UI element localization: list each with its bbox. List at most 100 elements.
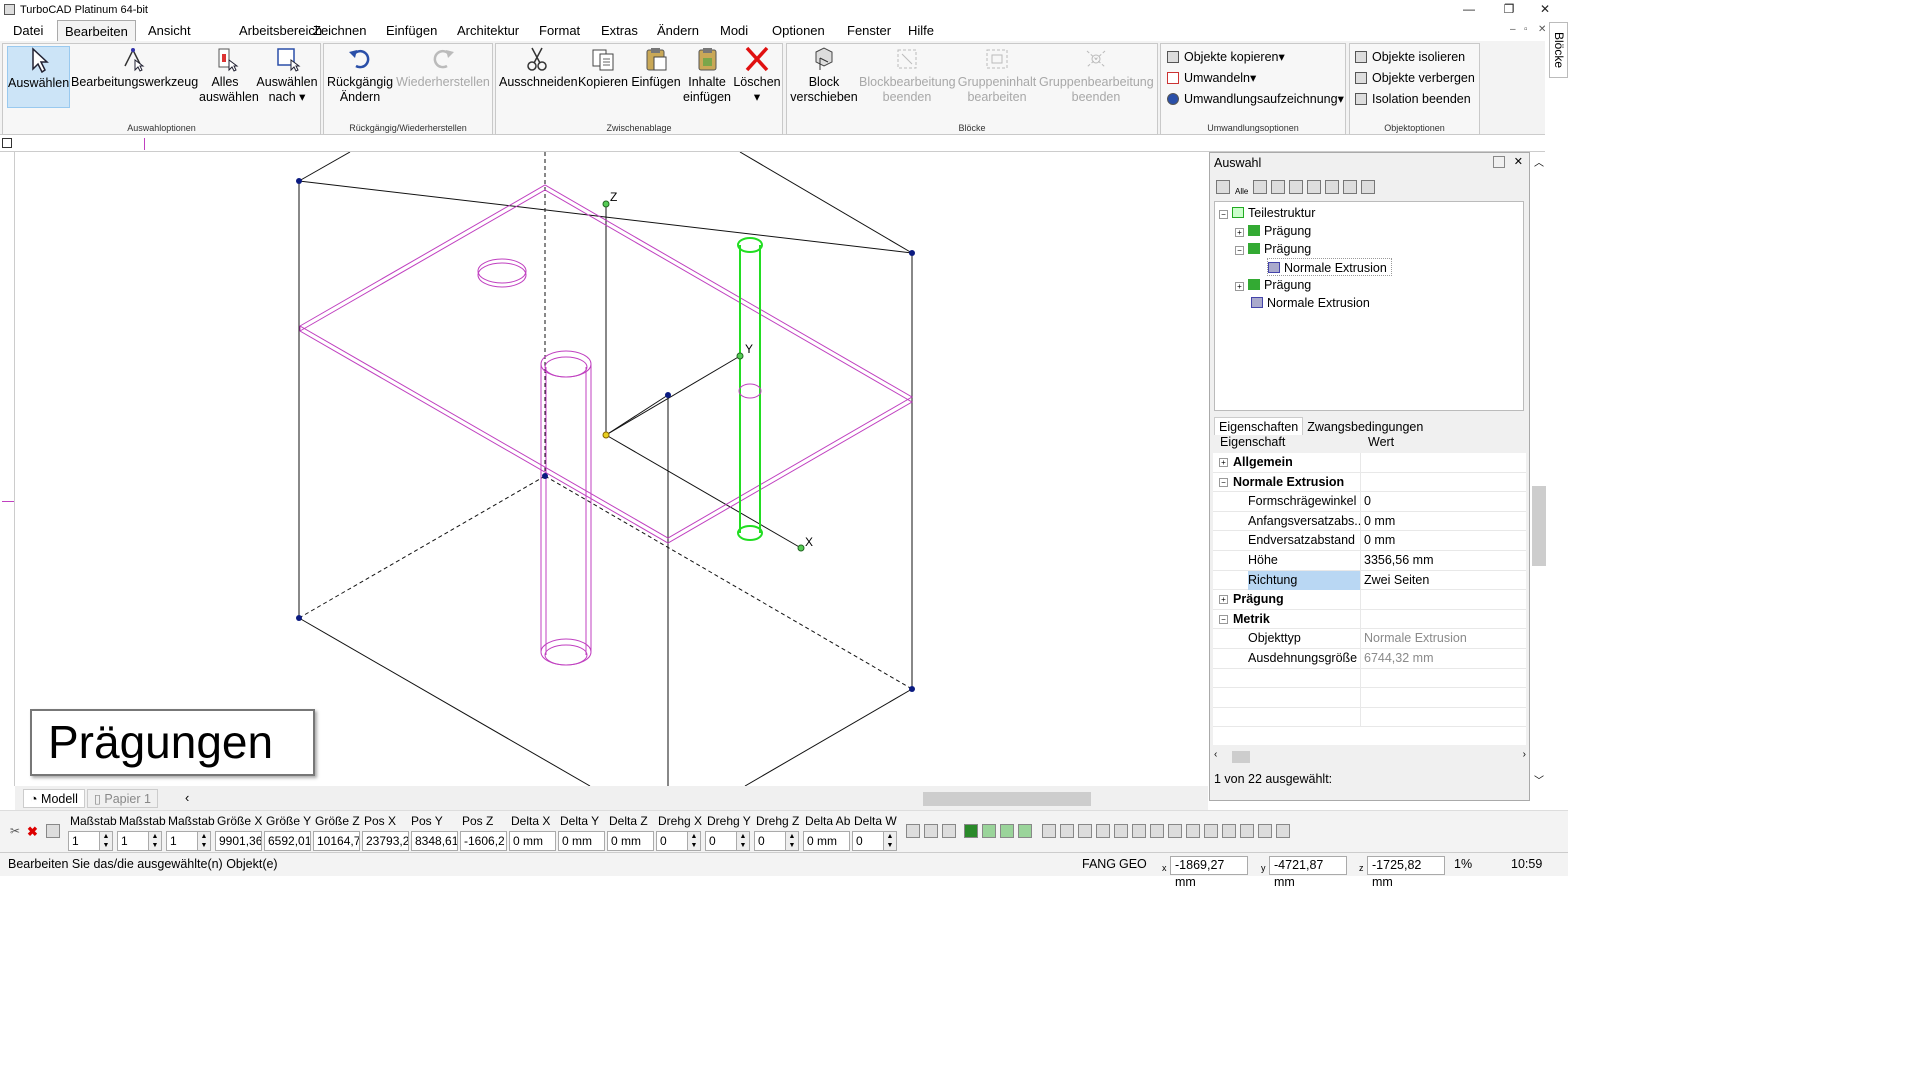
select-by-button[interactable]: Auswählen nach ▾	[256, 46, 318, 105]
field-value[interactable]: 0 mm	[509, 831, 556, 851]
close-button[interactable]: ✕	[1522, 0, 1568, 20]
spinner[interactable]: ▲ ▼	[785, 831, 799, 851]
tab-zwangsbedingungen[interactable]: Zwangsbedingungen	[1303, 418, 1427, 436]
tree-expander[interactable]: +	[1235, 228, 1244, 237]
edit-tool-button[interactable]: Bearbeitungswerkzeug	[71, 46, 198, 90]
mdi-restore-button[interactable]: ▫	[1524, 24, 1528, 35]
menu-aendern[interactable]: Ändern	[650, 20, 706, 41]
spinner[interactable]: ▲ ▼	[148, 831, 162, 851]
scroll-down-icon[interactable]: ﹀	[1534, 772, 1544, 787]
prop-row-endversatz[interactable]: Endversatzabstand 0 mm	[1213, 531, 1526, 551]
drawing-canvas[interactable]: Z Y X	[15, 152, 1208, 786]
mdi-minimize-button[interactable]: –	[1510, 24, 1516, 35]
prop-row-richtung[interactable]: Richtung Zwei Seiten	[1213, 570, 1526, 591]
menu-zeichnen[interactable]: Zeichnen	[306, 20, 373, 41]
redo-button[interactable]: Wiederherstellen	[396, 46, 490, 90]
prop-category-praegung[interactable]: + Prägung	[1213, 590, 1526, 610]
field-value[interactable]: 0 mm	[558, 831, 605, 851]
edit-tool-icon[interactable]	[1078, 824, 1092, 838]
prop-row-anfangsversatz[interactable]: Anfangsversatzabs... 0 mm	[1213, 511, 1526, 532]
table-icon[interactable]	[1307, 180, 1322, 194]
copy-icon[interactable]	[1289, 180, 1304, 194]
menu-architektur[interactable]: Architektur	[450, 20, 526, 41]
view-tool-icon[interactable]	[982, 824, 996, 838]
paste-contents-button[interactable]: Inhalte einfügen	[682, 46, 732, 105]
prop-row-objekttyp[interactable]: Objekttyp Normale Extrusion	[1213, 629, 1526, 649]
prop-expander[interactable]: −	[1219, 614, 1228, 624]
prop-category-allgemein[interactable]: + Allgemein	[1213, 453, 1526, 473]
block-edit-end-button[interactable]: Blockbearbeitung beenden	[859, 46, 956, 105]
menu-fenster[interactable]: Fenster	[840, 20, 898, 41]
prop-value[interactable]: 3356,56 mm	[1364, 551, 1524, 570]
menu-hilfe[interactable]: Hilfe	[901, 20, 941, 41]
spinner[interactable]: ▲ ▼	[197, 831, 211, 851]
select-button[interactable]: Auswählen	[7, 46, 70, 108]
field-value[interactable]: 10164,7	[313, 831, 360, 851]
filter-icon[interactable]	[1253, 180, 1268, 194]
scroll-left-icon[interactable]: ‹	[1214, 749, 1217, 760]
scroll-right-icon[interactable]: ›	[1523, 749, 1526, 760]
drawing-svg[interactable]: Z Y X	[15, 152, 1208, 786]
prop-value[interactable]: 0 mm	[1364, 512, 1524, 531]
prop-expander[interactable]: +	[1219, 458, 1228, 467]
view-tool-icon[interactable]	[964, 824, 978, 838]
convert-button[interactable]: Umwandeln▾	[1167, 68, 1256, 89]
layers-icon[interactable]	[1271, 180, 1286, 194]
vertical-scroll-thumb[interactable]	[1532, 486, 1546, 566]
select-all-button[interactable]: Alles auswählen	[199, 46, 259, 105]
selected-extrusion-cylinder[interactable]	[737, 237, 763, 541]
menu-einfuegen[interactable]: Einfügen	[379, 20, 444, 41]
select-filter-icon[interactable]	[1216, 180, 1230, 194]
undo-button[interactable]: Rückgängig Ändern	[327, 46, 393, 105]
tree-item-praegung[interactable]: + Prägung	[1235, 276, 1311, 294]
tree-expander[interactable]: +	[1235, 282, 1244, 291]
edit-tool-icon[interactable]	[1114, 824, 1128, 838]
search-icon[interactable]	[1361, 180, 1376, 194]
canvas-horizontal-scroll-thumb[interactable]	[923, 792, 1091, 806]
snap-tool-icon[interactable]	[924, 824, 938, 838]
prop-value[interactable]: 0	[1364, 492, 1524, 511]
mdi-close-button[interactable]: ✕	[1538, 24, 1546, 35]
column-header-property[interactable]: Eigenschaft	[1220, 435, 1285, 449]
tree-expander[interactable]: −	[1219, 210, 1228, 219]
edit-tool-icon[interactable]	[1060, 824, 1074, 838]
tab-papier[interactable]: ▯ Papier 1	[87, 789, 158, 808]
panel-horizontal-scrollbar[interactable]: ‹ ›	[1214, 749, 1526, 765]
copy-objects-button[interactable]: Objekte kopieren▾	[1167, 47, 1285, 68]
spinner[interactable]: ▲ ▼	[687, 831, 701, 851]
edit-tool-icon[interactable]	[1096, 824, 1110, 838]
scroll-thumb[interactable]	[1232, 751, 1250, 763]
tree-item-praegung[interactable]: + Prägung	[1235, 222, 1311, 240]
tree-item-teilestruktur[interactable]: − Teilestruktur	[1219, 204, 1315, 222]
block-move-button[interactable]: Block verschieben	[789, 46, 859, 105]
snap-mode-fang[interactable]: FANG	[1082, 857, 1116, 871]
group-content-edit-button[interactable]: Gruppeninhalt bearbeiten	[957, 46, 1037, 105]
menu-modi[interactable]: Modi	[713, 20, 755, 41]
prop-category-metrik[interactable]: − Metrik	[1213, 609, 1526, 630]
view-tool-icon[interactable]	[1018, 824, 1032, 838]
spinner[interactable]: ▲ ▼	[99, 831, 113, 851]
tab-modell[interactable]: ◔ Modell	[23, 789, 85, 808]
edit-tool-icon[interactable]	[1042, 824, 1056, 838]
field-value[interactable]: -1606,2	[460, 831, 507, 851]
field-value[interactable]: 23793,2	[362, 831, 409, 851]
end-isolation-button[interactable]: Isolation beenden	[1355, 89, 1471, 110]
group-edit-end-button[interactable]: Gruppenbearbeitung beenden	[1039, 46, 1154, 105]
field-value[interactable]: 1	[68, 831, 100, 851]
cancel-icon[interactable]: ✖	[27, 824, 41, 839]
delete-button[interactable]: Löschen ▾	[733, 46, 781, 105]
tree-item-normal-extrusion[interactable]: Normale Extrusion	[1251, 294, 1370, 312]
function-icon[interactable]	[1325, 180, 1340, 194]
spinner[interactable]: ▲ ▼	[883, 831, 897, 851]
view-tool-icon[interactable]	[1000, 824, 1014, 838]
select-all-icon[interactable]: Alle	[1234, 186, 1249, 200]
tab-scroll-left-icon[interactable]: ‹	[185, 790, 189, 805]
field-value[interactable]: 0	[852, 831, 884, 851]
snap-tool-icon[interactable]	[906, 824, 920, 838]
snap-mode-geo[interactable]: GEO	[1119, 857, 1147, 871]
tree-item-praegung[interactable]: − Prägung	[1235, 240, 1311, 258]
tree-expander[interactable]: −	[1235, 246, 1244, 255]
field-value[interactable]: 0	[754, 831, 786, 851]
edit-tool-icon[interactable]	[1168, 824, 1182, 838]
edit-tool-icon[interactable]	[1186, 824, 1200, 838]
